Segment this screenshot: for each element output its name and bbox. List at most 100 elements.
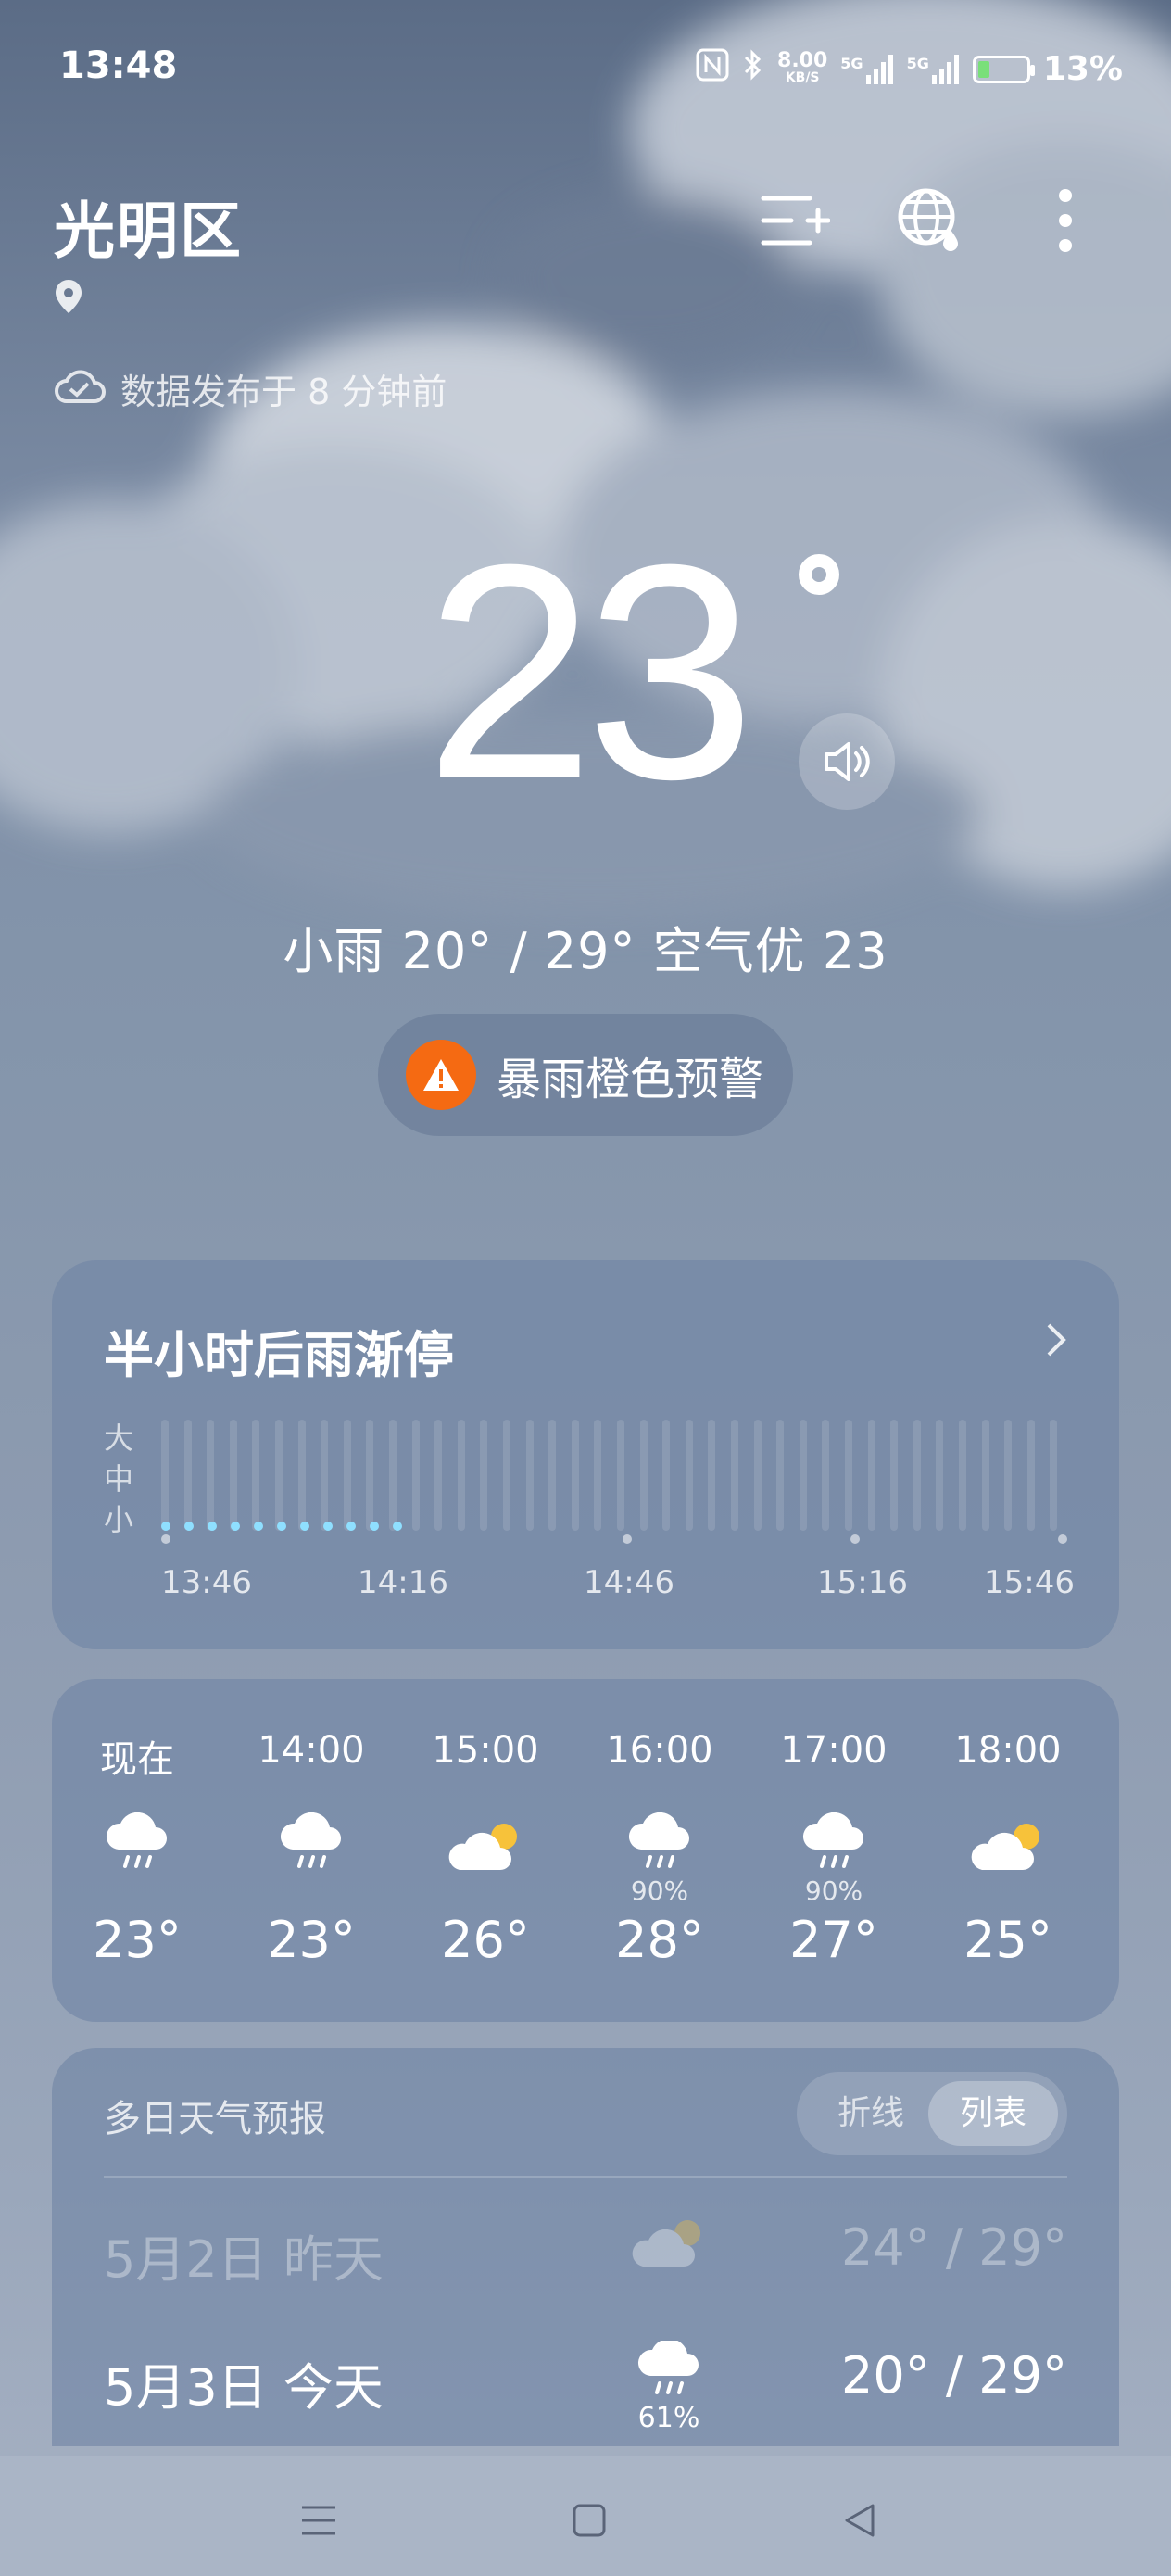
hour-item[interactable]: 15:00 26° xyxy=(411,1729,560,1969)
hour-item[interactable]: 17:00 90% 27° xyxy=(760,1729,908,1969)
hour-item[interactable]: 18:00 25° xyxy=(934,1729,1082,1969)
time-label: 14:16 xyxy=(358,1564,448,1601)
precipitation-bar xyxy=(252,1420,260,1531)
rain-icon xyxy=(760,1796,908,1875)
precipitation-dot xyxy=(161,1522,170,1531)
precipitation-bar xyxy=(867,1420,875,1531)
precipitation-bar xyxy=(776,1420,785,1531)
menu-nav-icon[interactable] xyxy=(291,2493,346,2548)
precipitation-dot xyxy=(300,1522,309,1531)
precipitation-title: 半小时后雨渐停 xyxy=(104,1326,454,1384)
precipitation-bar xyxy=(207,1420,215,1531)
view-toggle[interactable]: 折线 列表 xyxy=(797,2072,1067,2155)
precipitation-bar xyxy=(822,1420,830,1531)
time-label: 15:16 xyxy=(817,1564,908,1601)
precipitation-bar xyxy=(594,1420,602,1531)
precipitation-bar xyxy=(731,1420,738,1531)
intensity-axis: 大 中 小 xyxy=(104,1421,134,1537)
rain-icon xyxy=(237,1796,385,1875)
precipitation-bar xyxy=(457,1420,465,1531)
time-tick xyxy=(1058,1534,1067,1544)
toggle-line-chart[interactable]: 折线 xyxy=(806,2081,936,2146)
precipitation-dot xyxy=(231,1522,240,1531)
hour-item[interactable]: 16:00 90% 28° xyxy=(586,1729,734,1969)
status-icons: 8.00 KB/S 5G 5G 13% xyxy=(696,48,1123,90)
time-label: 13:46 xyxy=(161,1564,252,1601)
precipitation-bar xyxy=(434,1420,443,1531)
warning-icon xyxy=(406,1040,476,1110)
precipitation-bar xyxy=(275,1420,283,1531)
precipitation-dot xyxy=(208,1522,217,1531)
hour-item[interactable]: 14:00 23° xyxy=(237,1729,385,1969)
toggle-list[interactable]: 列表 xyxy=(928,2081,1058,2146)
rain-icon xyxy=(623,2338,715,2404)
update-status: 数据发布于 8 分钟前 xyxy=(52,363,447,414)
battery-percent: 13% xyxy=(1042,50,1123,88)
bluetooth-icon xyxy=(742,48,764,90)
precipitation-bar xyxy=(662,1420,671,1531)
precipitation-bar xyxy=(297,1420,306,1531)
partly-cloudy-icon xyxy=(934,1796,1082,1875)
precipitation-bar xyxy=(571,1420,579,1531)
forecast-row[interactable]: 5月2日 昨天 24° / 29° xyxy=(104,2218,1067,2302)
time-tick xyxy=(161,1534,170,1544)
city-name[interactable]: 光明区 xyxy=(54,182,243,271)
home-nav-icon[interactable] xyxy=(561,2493,617,2548)
hourly-forecast-card[interactable]: 现在 23° 14:00 23° 15:00 26° 16:00 90% 28°… xyxy=(52,1679,1119,2022)
precipitation-bar xyxy=(389,1420,397,1531)
precipitation-bar xyxy=(321,1420,329,1531)
precipitation-dots xyxy=(161,1522,467,1533)
precipitation-bar xyxy=(161,1420,169,1531)
signal-icon: 5G xyxy=(840,54,893,84)
forecast-row[interactable]: 5月3日 今天 61% 20° / 29° xyxy=(104,2338,1067,2434)
speaker-icon[interactable] xyxy=(799,713,895,810)
precipitation-bar xyxy=(617,1420,624,1531)
precipitation-dot xyxy=(393,1522,402,1531)
degree-symbol xyxy=(799,554,839,595)
status-time: 13:48 xyxy=(59,44,178,87)
precipitation-bar xyxy=(799,1420,807,1531)
precipitation-dot xyxy=(346,1522,356,1531)
precipitation-bars xyxy=(161,1420,1071,1531)
manage-cities-icon[interactable] xyxy=(756,182,834,259)
current-temperature: 23 xyxy=(424,500,755,842)
battery-icon xyxy=(972,55,1035,83)
precipitation-bar xyxy=(890,1420,899,1531)
precipitation-dot xyxy=(323,1522,333,1531)
alert-text: 暴雨橙色预警 xyxy=(497,1054,764,1105)
weather-alert-button[interactable]: 暴雨橙色预警 xyxy=(378,1014,793,1136)
rain-icon xyxy=(63,1796,211,1875)
divider xyxy=(104,2176,1067,2178)
precipitation-dot xyxy=(370,1522,379,1531)
chevron-right-icon[interactable] xyxy=(1045,1321,1067,1362)
precipitation-bar xyxy=(913,1420,921,1531)
daily-forecast-card[interactable]: 多日天气预报 折线 列表 5月2日 昨天 24° / 29° 5月3日 今天 6… xyxy=(52,2048,1119,2446)
precipitation-bar xyxy=(548,1420,557,1531)
precipitation-bar xyxy=(525,1420,534,1531)
precipitation-dot xyxy=(184,1522,194,1531)
precipitation-bar xyxy=(229,1420,237,1531)
precipitation-bar xyxy=(411,1420,420,1531)
more-menu-icon[interactable] xyxy=(1026,182,1104,259)
time-tick xyxy=(850,1534,860,1544)
hour-item[interactable]: 现在 23° xyxy=(63,1729,211,1969)
precipitation-bar xyxy=(685,1420,693,1531)
precipitation-bar xyxy=(1004,1420,1013,1531)
precipitation-dot xyxy=(254,1522,263,1531)
forecast-title: 多日天气预报 xyxy=(104,2098,326,2140)
precipitation-bar xyxy=(959,1420,966,1531)
rain-icon xyxy=(586,1796,734,1875)
precipitation-card[interactable]: 半小时后雨渐停 大 中 小 13:46 14:16 14:46 15:16 15… xyxy=(52,1260,1119,1649)
precipitation-bar xyxy=(708,1420,716,1531)
net-speed: 8.00 KB/S xyxy=(777,48,828,85)
condition-summary: 小雨 20° / 29° 空气优 23 xyxy=(283,922,888,980)
signal-icon-2: 5G xyxy=(907,54,960,84)
precipitation-bar xyxy=(981,1420,989,1531)
globe-icon[interactable] xyxy=(891,182,969,259)
nfc-icon xyxy=(696,48,729,90)
precipitation-bar xyxy=(936,1420,944,1531)
back-nav-icon[interactable] xyxy=(832,2493,888,2548)
partly-cloudy-icon xyxy=(411,1796,560,1875)
precipitation-bar xyxy=(1026,1420,1035,1531)
precipitation-bar xyxy=(753,1420,762,1531)
